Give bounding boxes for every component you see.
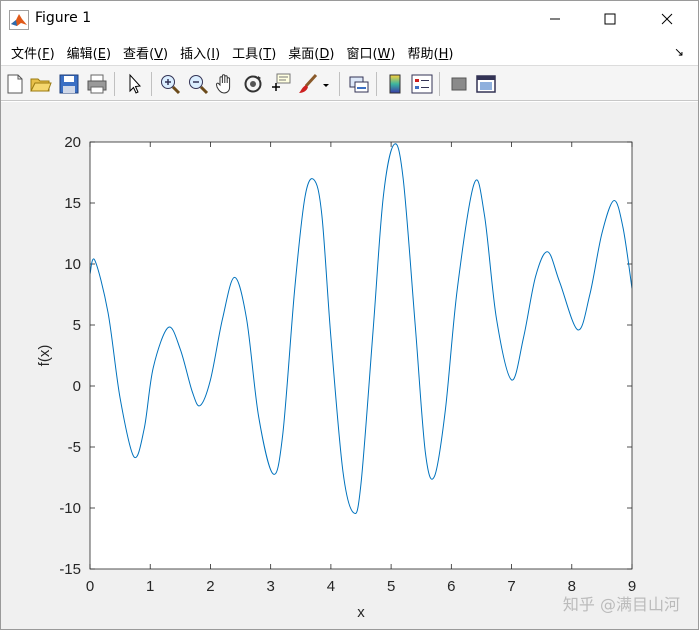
x-tick-label: 5 bbox=[387, 578, 395, 595]
menu-item-access-key: F bbox=[42, 46, 50, 62]
menu-item-access-key: D bbox=[319, 46, 330, 62]
x-tick-label: 0 bbox=[86, 578, 94, 595]
menu-item-label: 插入 bbox=[180, 46, 207, 62]
maximize-icon bbox=[604, 13, 616, 25]
toolbar-separator bbox=[339, 72, 340, 96]
axes-background bbox=[90, 142, 632, 569]
plot-canvas[interactable]: 0 1 2 3 4 5 6 7 8 9-15-10-505101520 x f(x) bbox=[1, 102, 698, 629]
toolbar-separator bbox=[151, 72, 152, 96]
open-file-icon[interactable] bbox=[29, 72, 53, 96]
y-tick-label: -15 bbox=[59, 561, 81, 578]
dock-arrow-icon[interactable]: ↘ bbox=[674, 45, 684, 59]
x-tick-label: 3 bbox=[266, 578, 274, 595]
x-tick-label: 6 bbox=[447, 578, 455, 595]
y-tick-label: -10 bbox=[59, 500, 81, 517]
minimize-icon bbox=[550, 18, 560, 20]
y-tick-label: -5 bbox=[68, 439, 81, 456]
edit-plot-arrow-icon[interactable] bbox=[122, 72, 146, 96]
menu-item-label: 窗口 bbox=[346, 46, 373, 62]
insert-colorbar-icon[interactable] bbox=[383, 72, 407, 96]
menu-item-h[interactable]: 帮助(H) bbox=[401, 43, 459, 62]
menu-item-label: 查看 bbox=[123, 46, 150, 62]
menu-item-access-key: V bbox=[154, 46, 164, 62]
menu-item-access-key: T bbox=[263, 46, 272, 62]
link-plot-icon[interactable] bbox=[347, 72, 371, 96]
menu-item-access-key: H bbox=[438, 46, 449, 62]
y-tick-label: 15 bbox=[64, 195, 81, 212]
y-tick-label: 10 bbox=[64, 256, 81, 273]
menu-item-label: 文件 bbox=[11, 46, 38, 62]
x-tick-label: 4 bbox=[327, 578, 335, 595]
menu-item-label: 帮助 bbox=[407, 46, 434, 62]
show-plot-tools-icon[interactable] bbox=[474, 72, 498, 96]
watermark-text: 知乎 @满目山河 bbox=[562, 595, 680, 614]
toolbar-separator bbox=[439, 72, 440, 96]
menu-item-v[interactable]: 查看(V) bbox=[117, 43, 174, 62]
figure-canvas[interactable]: 0 1 2 3 4 5 6 7 8 9 -15 -10 -5 0 5 10 15 20 x f(x) 知乎 @满目… bbox=[1, 102, 698, 629]
x-tick-label: 7 bbox=[507, 578, 515, 595]
menu-item-access-key: I bbox=[211, 46, 216, 62]
menu-item-d[interactable]: 桌面(D) bbox=[282, 43, 340, 62]
insert-legend-icon[interactable] bbox=[410, 72, 434, 96]
zoom-out-icon[interactable] bbox=[186, 72, 210, 96]
close-button[interactable] bbox=[644, 1, 690, 37]
menu-item-f[interactable]: 文件(F) bbox=[5, 43, 61, 62]
figure-toolbar bbox=[1, 65, 698, 101]
matlab-logo-icon bbox=[9, 10, 29, 30]
y-tick-label: 0 bbox=[73, 378, 81, 395]
menu-item-access-key: W bbox=[377, 46, 391, 62]
menu-item-label: 工具 bbox=[232, 46, 259, 62]
maximize-button[interactable] bbox=[587, 1, 633, 37]
toolbar-separator bbox=[376, 72, 377, 96]
menu-item-e[interactable]: 编辑(E) bbox=[61, 43, 117, 62]
save-icon[interactable] bbox=[57, 72, 81, 96]
minimize-button[interactable] bbox=[532, 1, 578, 37]
y-axis-label: f(x) bbox=[36, 345, 53, 367]
x-tick-label: 2 bbox=[206, 578, 214, 595]
y-tick-label: 5 bbox=[73, 317, 81, 334]
window-title: Figure 1 bbox=[35, 10, 92, 26]
menu-item-w[interactable]: 窗口(W) bbox=[340, 43, 401, 62]
menu-item-t[interactable]: 工具(T) bbox=[226, 43, 282, 62]
data-cursor-icon[interactable] bbox=[268, 72, 292, 96]
menu-item-i[interactable]: 插入(I) bbox=[174, 43, 226, 62]
brush-icon[interactable] bbox=[296, 72, 320, 96]
close-icon bbox=[661, 13, 673, 25]
y-tick-label: 20 bbox=[64, 134, 81, 151]
x-tick-label: 1 bbox=[146, 578, 154, 595]
menu-item-access-key: E bbox=[97, 46, 106, 62]
x-axis-label: x bbox=[357, 604, 365, 621]
menu-item-label: 桌面 bbox=[288, 46, 315, 62]
rotate-3d-icon[interactable] bbox=[241, 72, 265, 96]
brush-dropdown-icon[interactable] bbox=[321, 72, 331, 96]
new-figure-icon[interactable] bbox=[3, 72, 27, 96]
pan-hand-icon[interactable] bbox=[213, 72, 237, 96]
print-icon[interactable] bbox=[85, 72, 109, 96]
menu-bar: 文件(F) 编辑(E) 查看(V) 插入(I) 工具(T) 桌面(D) 窗口(W) 帮助(H) bbox=[1, 39, 698, 65]
menu-item-label: 编辑 bbox=[66, 46, 93, 62]
zoom-in-icon[interactable] bbox=[158, 72, 182, 96]
hide-plot-tools-icon[interactable] bbox=[447, 72, 471, 96]
toolbar-separator bbox=[114, 72, 115, 96]
title-bar: Figure 1 bbox=[1, 1, 698, 39]
